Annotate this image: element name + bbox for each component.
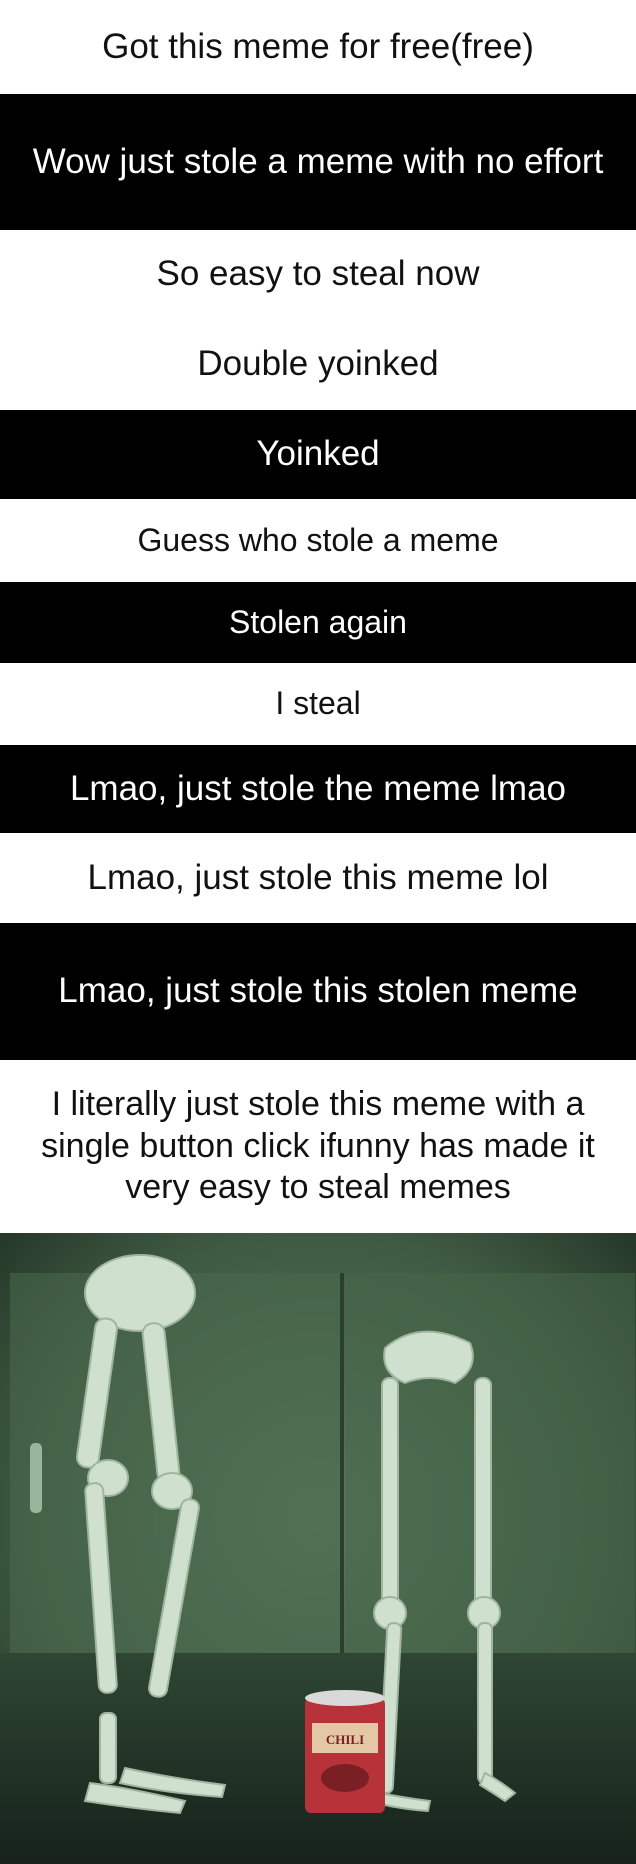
caption-6: Guess who stole a meme bbox=[0, 499, 636, 582]
caption-12: I literally just stole this meme with a … bbox=[0, 1060, 636, 1233]
can-label-text: CHILI bbox=[326, 1732, 364, 1747]
caption-stack: Got this meme for free(free) Wow just st… bbox=[0, 0, 636, 1233]
caption-2: Wow just stole a meme with no effort bbox=[0, 94, 636, 230]
caption-11: Lmao, just stole this stolen meme bbox=[0, 923, 636, 1060]
skeleton-scene-illustration: CHILI bbox=[0, 1233, 636, 1864]
caption-8: I steal bbox=[0, 663, 636, 745]
caption-9: Lmao, just stole the meme lmao bbox=[0, 745, 636, 833]
skeleton-legs-photo: CHILI bbox=[0, 1233, 636, 1864]
caption-3: So easy to steal now bbox=[0, 230, 636, 318]
caption-1: Got this meme for free(free) bbox=[0, 0, 636, 94]
caption-5: Yoinked bbox=[0, 410, 636, 499]
chili-can bbox=[305, 1690, 385, 1813]
cabinet-handle bbox=[30, 1443, 42, 1513]
caption-7: Stolen again bbox=[0, 582, 636, 663]
caption-4: Double yoinked bbox=[0, 318, 636, 410]
caption-10: Lmao, just stole this meme lol bbox=[0, 833, 636, 923]
